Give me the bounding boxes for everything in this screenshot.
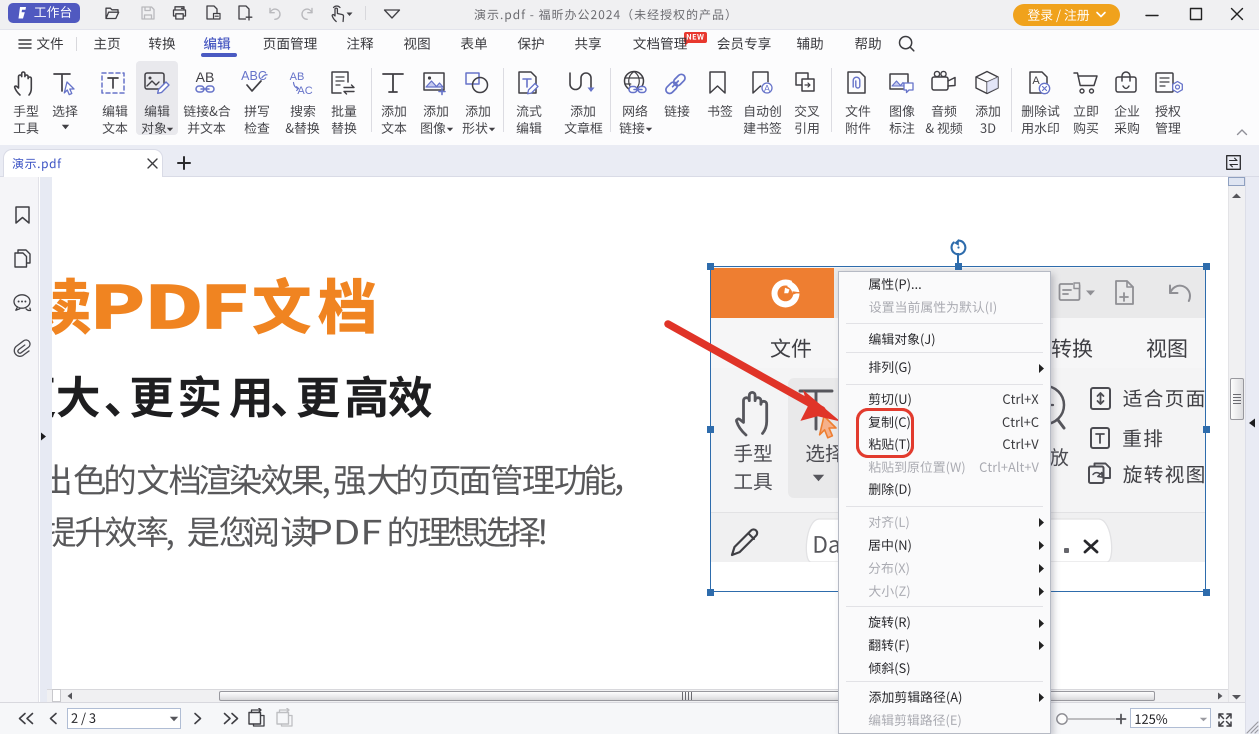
- svg-text:A: A: [1032, 75, 1040, 87]
- svg-text:AB: AB: [290, 71, 305, 83]
- svg-text:AB: AB: [196, 69, 215, 85]
- svg-text:AC: AC: [297, 85, 312, 97]
- svg-text:A: A: [764, 84, 770, 94]
